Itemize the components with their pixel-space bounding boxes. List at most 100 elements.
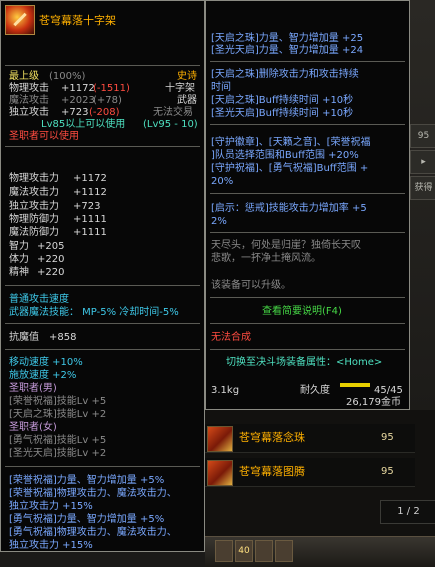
mag-atk-diff: (+78) <box>93 95 122 106</box>
buff-line: [荣誉祝福]物理攻击力、魔法攻击力、 <box>9 488 177 499</box>
item-name: 苍穹幕落图腾 <box>239 465 305 478</box>
level-range: (Lv95 - 10) <box>143 119 198 130</box>
ind-atk-label: 独立攻击 <box>9 107 49 118</box>
grade-label: 最上级 <box>9 71 39 82</box>
bonus-line: [守护徽章]、[天籁之音]、[荣誉祝福 <box>211 137 371 148</box>
stat-label: 物理防御力 <box>9 214 59 225</box>
stat-label: 体力 <box>9 254 29 265</box>
rarity-label: 史诗 <box>177 71 197 82</box>
bonus-line: [圣光天启]力量、智力增加量 +24 <box>211 45 364 56</box>
stat-value: +220 <box>37 254 65 265</box>
item-tooltip-main: 苍穹幕落十字架 最上级 (100%) 史诗 物理攻击 +1172 (-1511)… <box>0 0 205 552</box>
buff-line: [荣誉祝福]力量、智力增加量 +5% <box>9 475 165 486</box>
weapon-type: 十字架 <box>165 83 195 94</box>
attack-speed-type: 普通攻击速度 <box>9 294 69 305</box>
bonus-line: 时间 <box>211 82 231 93</box>
durability-bar <box>340 383 370 387</box>
female-skill: [勇气祝福]技能Lv +5 <box>9 435 107 446</box>
bonus-line: [启示：惩戒]技能攻击力增加率 +5 <box>211 203 367 214</box>
flavor-text: 天尽头，何处是归崖？独倚长天叹 <box>211 240 361 251</box>
bonus-line: 2% <box>211 216 227 227</box>
stat-value: +1111 <box>73 214 107 225</box>
buff-line: [勇气祝福]物理攻击力、魔法攻击力、 <box>9 527 177 538</box>
switch-duel-link[interactable]: 切换至决斗场装备属性：<Home> <box>226 357 382 369</box>
male-skill: [荣誉祝福]技能Lv +5 <box>9 396 107 407</box>
buff-line: [勇气祝福]力量、智力增加量 +5% <box>9 514 165 525</box>
quick-slot[interactable] <box>255 540 273 562</box>
stat-value: +205 <box>37 241 65 252</box>
stat-value: +1172 <box>73 173 107 184</box>
divider <box>5 146 200 147</box>
item-icon <box>207 460 233 486</box>
female-skill: [圣光天启]技能Lv +2 <box>9 448 107 459</box>
sidebar-number[interactable]: 95 <box>410 124 435 148</box>
bonus-line: [守护祝福]、[勇气祝福]Buff范围 + <box>211 163 369 174</box>
divider <box>210 193 405 194</box>
bonus-line: ]队员选择范围和Buff范围 +20% <box>211 150 359 161</box>
bonus-line: [圣光天启]Buff持续时间 +10秒 <box>211 108 354 119</box>
buff-line: 独立攻击力 +15% <box>9 501 93 512</box>
flavor-text: 悲歌，一抔净土掩风流。 <box>211 253 321 264</box>
item-name: 苍穹幕落念珠 <box>239 431 305 444</box>
stat-label: 魔法攻击力 <box>9 187 59 198</box>
quick-slot[interactable] <box>275 540 293 562</box>
bonus-line: [天启之珠]Buff持续时间 +10秒 <box>211 95 354 106</box>
stat-label: 智力 <box>9 241 29 252</box>
view-description-link[interactable]: 查看简要说明(F4) <box>262 306 342 318</box>
level-requirement: Lv85以上可以使用 <box>41 119 126 130</box>
bonus-line: 20% <box>211 176 234 187</box>
ind-atk-diff: (-208) <box>89 107 120 118</box>
mag-atk-label: 魔法攻击 <box>9 95 49 106</box>
item-weight: 3.1kg <box>211 385 240 396</box>
quick-slot[interactable] <box>215 540 233 562</box>
divider <box>210 323 405 324</box>
weapon-magic-skill: 武器魔法技能： MP-5% 冷却时间-5% <box>9 307 179 318</box>
durability-value: 45/45 <box>374 385 403 396</box>
page-indicator[interactable]: 1 / 2 <box>380 500 435 524</box>
trade-status: 无法交易 <box>153 107 193 118</box>
divider <box>5 323 200 324</box>
divider <box>5 466 200 467</box>
ind-atk-value: +723 <box>61 107 89 118</box>
stat-label: 精神 <box>9 267 29 278</box>
phys-atk-label: 物理攻击 <box>9 83 49 94</box>
grade-percent: (100%) <box>49 71 86 82</box>
item-level: 95 <box>381 432 394 443</box>
sell-price: 26,179金币 <box>346 397 401 408</box>
male-skill: [天启之珠]技能Lv +2 <box>9 409 107 420</box>
phys-atk-value: +1172 <box>61 83 95 94</box>
sidebar-get-label[interactable]: 获得 <box>410 176 435 200</box>
item-level: 95 <box>381 466 394 477</box>
bonus-line: [天启之珠]力量、智力增加量 +25 <box>211 33 364 44</box>
female-class-label: 圣职者(女) <box>9 422 57 433</box>
resist-value: +858 <box>49 332 77 343</box>
list-item[interactable]: 苍穹幕落图腾 95 <box>205 458 415 487</box>
divider <box>5 349 200 350</box>
divider <box>5 285 200 286</box>
quick-slot[interactable]: 40 <box>235 540 253 562</box>
phys-atk-diff: (-1511) <box>93 83 130 94</box>
stat-value: +220 <box>37 267 65 278</box>
class-requirement: 圣职者可以使用 <box>9 131 79 142</box>
divider <box>210 61 405 62</box>
upgrade-note: 该装备可以升级。 <box>211 280 291 291</box>
list-item[interactable]: 苍穹幕落念珠 95 <box>205 424 415 453</box>
stat-value: +1112 <box>73 187 107 198</box>
buff-line: 独立攻击力 +15% <box>9 540 93 551</box>
divider <box>5 65 200 66</box>
cross-weapon-icon <box>5 5 35 35</box>
stat-label: 物理攻击力 <box>9 173 59 184</box>
item-title: 苍穹幕落十字架 <box>39 14 116 27</box>
mag-atk-value: +2023 <box>61 95 95 106</box>
no-synthesis: 无法合成 <box>211 332 251 343</box>
divider <box>210 297 405 298</box>
bonus-line: [天启之珠]删除攻击力和攻击持续 <box>211 69 359 80</box>
sidebar-button[interactable]: ▸ <box>410 150 435 174</box>
stat-label: 魔法防御力 <box>9 227 59 238</box>
resist-label: 抗魔值 <box>9 332 39 343</box>
item-icon <box>207 426 233 452</box>
durability-label: 耐久度 <box>300 385 330 396</box>
male-class-label: 圣职者(男) <box>9 383 57 394</box>
divider <box>210 232 405 233</box>
move-speed: 移动速度 +10% <box>9 357 83 368</box>
